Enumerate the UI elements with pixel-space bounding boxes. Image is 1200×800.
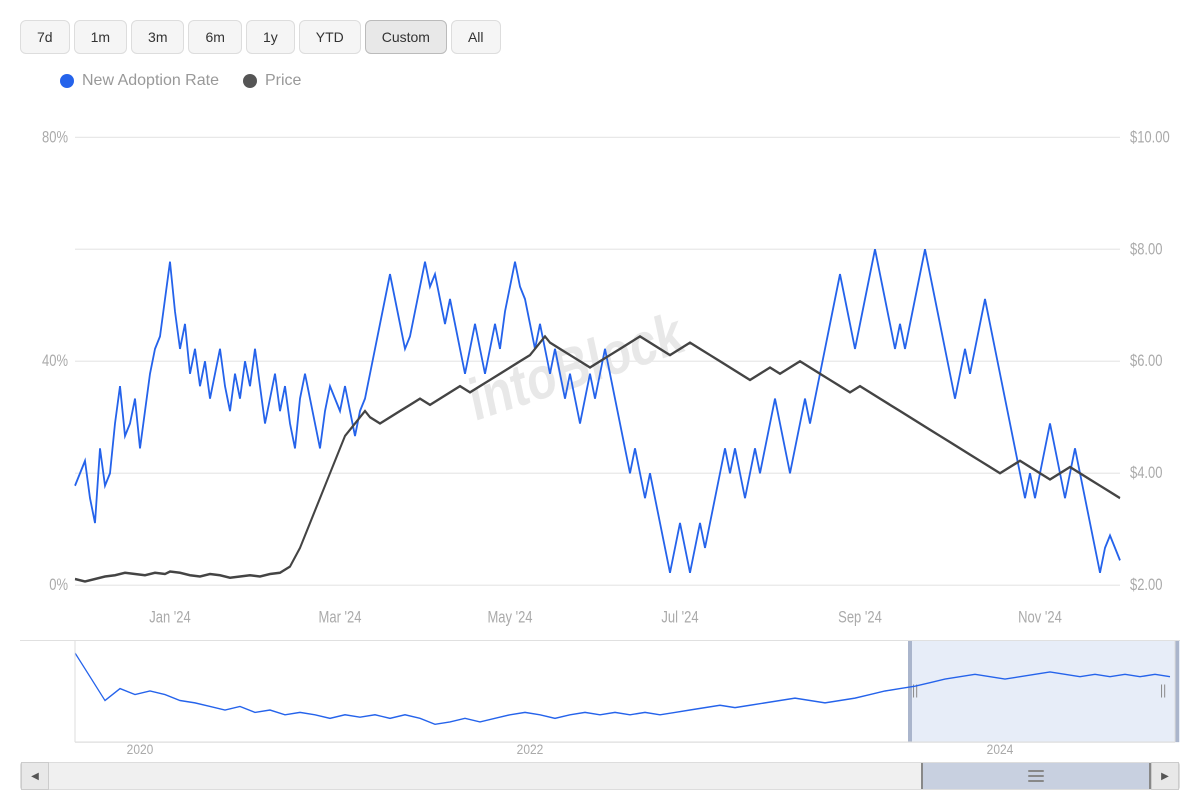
svg-text:$2.00: $2.00 — [1130, 577, 1163, 595]
svg-text:Nov '24: Nov '24 — [1018, 609, 1062, 627]
svg-text:||: || — [912, 682, 918, 698]
scroll-thumb[interactable] — [921, 763, 1151, 789]
legend-label-adoption: New Adoption Rate — [82, 72, 219, 90]
legend-label-price: Price — [265, 72, 301, 90]
btn-3m[interactable]: 3m — [131, 20, 184, 54]
svg-text:2020: 2020 — [127, 741, 154, 757]
svg-text:80%: 80% — [42, 129, 68, 147]
time-range-buttons: 7d 1m 3m 6m 1y YTD Custom All — [20, 20, 1180, 54]
scroll-handle-line-1 — [1028, 770, 1044, 772]
svg-text:0%: 0% — [49, 577, 68, 595]
main-container: 7d 1m 3m 6m 1y YTD Custom All New Adopti… — [0, 0, 1200, 800]
svg-text:2022: 2022 — [517, 741, 544, 757]
svg-text:$6.00: $6.00 — [1130, 353, 1163, 371]
btn-1y[interactable]: 1y — [246, 20, 295, 54]
btn-6m[interactable]: 6m — [188, 20, 241, 54]
svg-text:Sep '24: Sep '24 — [838, 609, 882, 627]
legend-dot-dark — [243, 74, 257, 88]
svg-text:intoBlock: intoBlock — [463, 300, 689, 435]
scroll-track — [49, 763, 1151, 789]
svg-text:||: || — [1160, 682, 1166, 698]
svg-text:$4.00: $4.00 — [1130, 465, 1163, 483]
chart-legend: New Adoption Rate Price — [20, 72, 1180, 90]
legend-adoption-rate: New Adoption Rate — [60, 72, 219, 90]
main-chart-svg: 80% 40% 0% $10.00 $8.00 $6.00 $4.00 $2.0… — [20, 100, 1180, 635]
scroll-right-btn[interactable]: ▶ — [1151, 762, 1179, 790]
svg-text:Mar '24: Mar '24 — [319, 609, 362, 627]
scrollbar: ◀ ▶ — [20, 762, 1180, 790]
btn-1m[interactable]: 1m — [74, 20, 127, 54]
main-chart-wrapper: 80% 40% 0% $10.00 $8.00 $6.00 $4.00 $2.0… — [20, 100, 1180, 635]
mini-chart-wrapper: || || 2020 2022 2024 — [20, 640, 1180, 760]
btn-custom[interactable]: Custom — [365, 20, 447, 54]
scroll-left-btn[interactable]: ◀ — [21, 762, 49, 790]
svg-text:Jul '24: Jul '24 — [661, 609, 698, 627]
svg-text:Jan '24: Jan '24 — [149, 609, 190, 627]
svg-text:$10.00: $10.00 — [1130, 129, 1170, 147]
scroll-thumb-handle — [1026, 769, 1046, 783]
btn-7d[interactable]: 7d — [20, 20, 70, 54]
mini-chart-svg: || || 2020 2022 2024 — [20, 641, 1180, 760]
svg-text:May '24: May '24 — [487, 609, 532, 627]
svg-text:2024: 2024 — [987, 741, 1014, 757]
legend-dot-blue — [60, 74, 74, 88]
scroll-handle-line-3 — [1028, 780, 1044, 782]
svg-text:40%: 40% — [42, 353, 68, 371]
btn-all[interactable]: All — [451, 20, 501, 54]
svg-text:$8.00: $8.00 — [1130, 241, 1163, 259]
btn-ytd[interactable]: YTD — [299, 20, 361, 54]
scroll-handle-line-2 — [1028, 775, 1044, 777]
adoption-rate-line — [75, 249, 1120, 572]
legend-price: Price — [243, 72, 301, 90]
chart-section: 80% 40% 0% $10.00 $8.00 $6.00 $4.00 $2.0… — [20, 100, 1180, 790]
